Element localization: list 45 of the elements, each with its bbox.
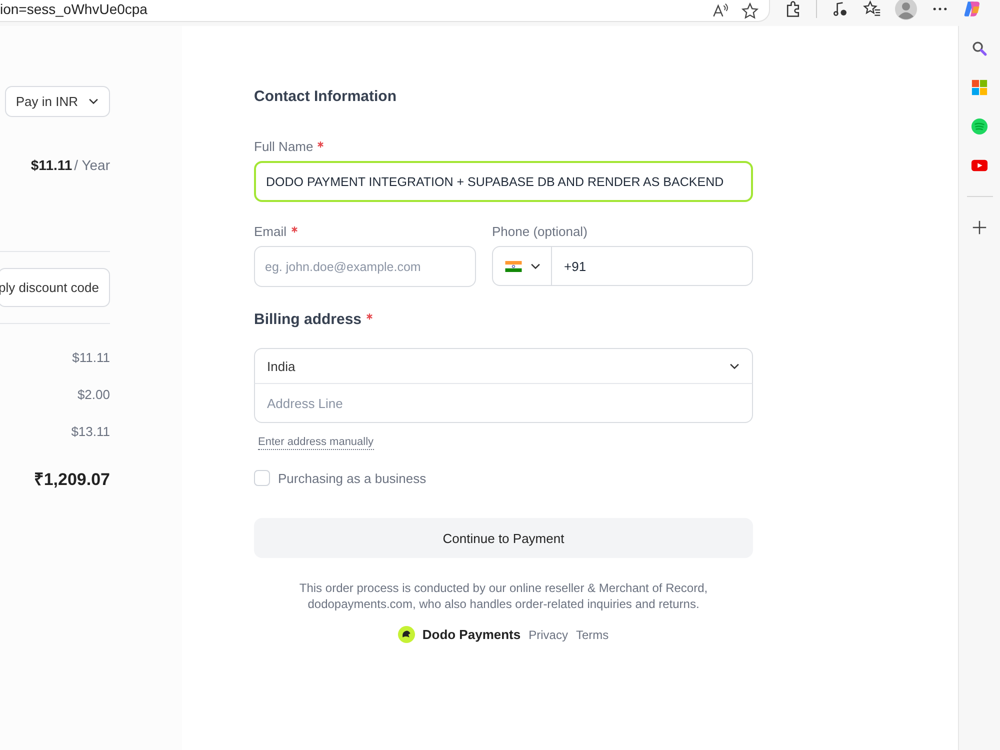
address-bar[interactable]: ion=sess_oWhvUe0cpa [0,0,770,22]
footer-link[interactable]: Privacy [528,628,568,642]
add-icon[interactable] [971,219,988,236]
total-amount: ₹1,209.07 [34,469,110,490]
full-name-field[interactable]: DODO PAYMENT INTEGRATION + SUPABASE DB AND RENDER AS BACKEND [254,161,753,202]
field-label: Phone (optional) [492,224,588,239]
phone-field[interactable]: +91 [552,246,753,286]
country-code-dropdown[interactable] [492,246,552,286]
field-label: Email [254,224,287,239]
flag-icon [505,260,522,272]
chevron-down-icon [530,262,541,270]
checkbox-label: Purchasing as a business [278,470,426,486]
brand-name: Dodo Payments [422,627,521,642]
continue-button[interactable]: Continue to Payment [254,518,753,558]
address-field[interactable]: Address Line [254,384,753,423]
price-period: / Year [74,157,110,173]
url-text: ion=sess_oWhvUe0cpa [0,0,148,16]
billing-title: Billing address [254,311,362,328]
email-field[interactable]: eg. john.doe@example.com [254,246,476,287]
media-icon[interactable] [831,0,849,18]
read-aloud-icon[interactable] [711,2,729,20]
amount-text: $11.11 [72,350,110,363]
field-label: Full Name [254,139,314,154]
windows-logo-icon[interactable] [971,79,988,96]
video-app-icon[interactable] [971,157,988,174]
chevron-down-icon [729,362,740,370]
copilot-icon[interactable] [963,0,981,18]
currency-dropdown[interactable]: Pay in INR [4,86,110,117]
country-dropdown[interactable]: India [254,348,753,384]
music-app-icon[interactable] [971,118,988,135]
amount-text: $2.00 [77,387,110,400]
puzzle-icon[interactable] [784,0,802,18]
disclaimer-text: This order process is conducted by our online reseller & Merchant of Record, dodopayments.com, who also handles order-related inquiries and returns. [298,580,709,612]
price-amount: $11.11 [30,157,72,173]
chevron-down-icon [88,98,99,105]
favorites-icon[interactable] [863,0,881,18]
bird-logo-icon [398,626,416,643]
checkbox[interactable] [254,470,270,486]
search-icon[interactable] [971,40,988,57]
manual-address-link[interactable]: Enter address manually [258,436,374,450]
favorite-star-icon[interactable] [741,2,759,20]
amount-text: $13.11 [71,424,110,437]
section-title: Contact Information [254,88,398,105]
avatar-icon[interactable] [895,0,917,20]
footer-link[interactable]: Terms [576,628,609,642]
